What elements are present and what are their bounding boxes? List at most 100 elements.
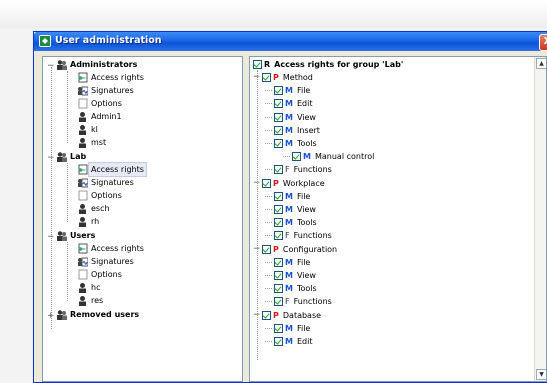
checkbox-checked[interactable] — [274, 112, 283, 122]
access-right-row[interactable]: M File — [274, 190, 310, 203]
user-icon — [77, 295, 88, 306]
access-right-row[interactable]: M File — [274, 256, 310, 269]
checkbox-checked[interactable] — [274, 125, 283, 135]
access-right-row[interactable]: M Tools — [274, 216, 317, 229]
tree-item-options[interactable]: Options — [77, 97, 122, 110]
access-rights-root[interactable]: R Access rights for group 'Lab' — [253, 58, 403, 71]
tree-item-user[interactable]: mst — [77, 136, 106, 149]
user-icon — [77, 216, 88, 227]
tree-group-removed-users[interactable]: Removed users — [56, 308, 139, 321]
tree-line — [51, 67, 52, 329]
right-type-label: F — [285, 297, 290, 307]
tree-item-signatures[interactable]: Signatures — [77, 84, 134, 97]
collapse-icon[interactable]: − — [47, 233, 55, 242]
access-right-row[interactable]: M Edit — [274, 97, 312, 110]
checkbox-checked[interactable] — [274, 139, 283, 148]
tree-item-access-rights[interactable]: Access rights — [77, 71, 144, 84]
access-right-row[interactable]: M View — [274, 203, 316, 216]
tree-item-user[interactable]: Admin1 — [77, 110, 122, 123]
tree-item-user[interactable]: hc — [77, 281, 100, 294]
tree-item-access-rights-selected[interactable]: Access rights — [77, 162, 147, 177]
checkbox-checked[interactable] — [292, 152, 301, 162]
groups-tree-pane: − Administrators Access rights Signature… — [42, 56, 243, 382]
title-bar[interactable]: User administration X — [34, 32, 547, 51]
checkbox-checked[interactable] — [253, 60, 262, 69]
access-right-row[interactable]: M File — [274, 84, 310, 97]
access-right-row[interactable]: M Edit — [274, 335, 312, 348]
checkbox-checked[interactable] — [274, 271, 283, 280]
checkbox-checked[interactable] — [274, 284, 283, 294]
access-right-row[interactable]: M Tools — [274, 282, 317, 295]
tree-item-user[interactable]: esch — [77, 202, 110, 215]
checkbox-checked[interactable] — [274, 257, 283, 267]
tree-item-options[interactable]: Options — [77, 268, 122, 281]
collapse-icon[interactable]: − — [47, 154, 55, 163]
checkbox-checked[interactable] — [262, 310, 271, 320]
access-right-row[interactable]: M View — [274, 269, 316, 282]
tree-item-user[interactable]: rh — [77, 215, 99, 228]
collapse-icon[interactable]: − — [253, 244, 261, 253]
scroll-down-button[interactable]: ▼ — [536, 369, 546, 380]
tree-group-label: Users — [70, 231, 96, 240]
tree-item-label: Access rights — [91, 244, 144, 253]
tree-item-access-rights[interactable]: Access rights — [77, 242, 144, 255]
tree-item-user[interactable]: kl — [77, 123, 98, 136]
user-group-icon — [56, 151, 67, 162]
access-right-row[interactable]: F Functions — [274, 163, 332, 176]
tree-line — [67, 163, 68, 222]
user-icon — [77, 203, 88, 214]
collapse-icon[interactable]: − — [253, 310, 261, 319]
checkbox-checked[interactable] — [262, 73, 271, 82]
tree-item-options[interactable]: Options — [77, 189, 122, 202]
checkbox-checked[interactable] — [274, 323, 283, 333]
checkbox-checked[interactable] — [274, 99, 283, 109]
access-right-row[interactable]: P Configuration — [262, 243, 337, 256]
options-icon — [77, 269, 88, 280]
access-right-row[interactable]: M Insert — [274, 124, 320, 137]
scroll-up-button[interactable]: ▲ — [536, 58, 546, 69]
access-right-row[interactable]: M File — [274, 322, 310, 335]
checkbox-checked[interactable] — [274, 86, 283, 96]
close-button[interactable]: X — [539, 34, 547, 51]
access-right-row[interactable]: F Functions — [274, 295, 332, 308]
checkbox-checked[interactable] — [274, 191, 283, 201]
user-icon — [77, 137, 88, 148]
tree-group-administrators[interactable]: Administrators — [56, 58, 137, 71]
tree-group-users[interactable]: Users — [56, 229, 95, 242]
checkbox-checked[interactable] — [274, 218, 283, 228]
tree-line — [265, 235, 272, 237]
tree-item-user[interactable]: res — [77, 294, 103, 307]
access-right-row[interactable]: M Tools — [274, 137, 317, 150]
checkbox-checked[interactable] — [274, 337, 283, 346]
checkbox-checked[interactable] — [274, 165, 283, 175]
options-icon — [77, 98, 88, 109]
access-right-row[interactable]: P Database — [262, 309, 321, 322]
user-icon — [77, 124, 88, 135]
key-document-icon — [77, 72, 88, 83]
access-right-row[interactable]: F Functions — [274, 229, 332, 242]
checkbox-checked[interactable] — [274, 231, 283, 241]
collapse-icon[interactable]: − — [47, 62, 55, 71]
access-right-row[interactable]: P Workplace — [262, 177, 325, 190]
checkbox-checked[interactable] — [274, 205, 283, 214]
tree-item-signatures[interactable]: Signatures — [77, 176, 134, 189]
expand-icon[interactable]: + — [47, 312, 55, 321]
checkbox-checked[interactable] — [262, 244, 271, 254]
collapse-icon[interactable]: − — [253, 73, 261, 82]
vertical-scrollbar[interactable]: ▲ ▼ — [534, 57, 546, 381]
tree-line — [265, 222, 272, 224]
access-right-label: Workplace — [282, 178, 325, 188]
tree-item-signatures[interactable]: Signatures — [77, 255, 134, 268]
access-right-row[interactable]: M Manual control — [292, 150, 374, 163]
right-type-label: M — [285, 323, 293, 333]
tree-line — [265, 275, 272, 276]
access-right-label: Manual control — [314, 152, 375, 162]
window-title: User administration — [55, 35, 162, 46]
tree-group-lab[interactable]: Lab — [56, 150, 86, 163]
collapse-icon[interactable]: − — [253, 178, 261, 187]
tree-item-label: res — [91, 296, 104, 305]
checkbox-checked[interactable] — [274, 297, 283, 307]
access-right-row[interactable]: M View — [274, 111, 316, 124]
checkbox-checked[interactable] — [262, 178, 271, 188]
access-right-row[interactable]: P Method — [262, 71, 313, 84]
